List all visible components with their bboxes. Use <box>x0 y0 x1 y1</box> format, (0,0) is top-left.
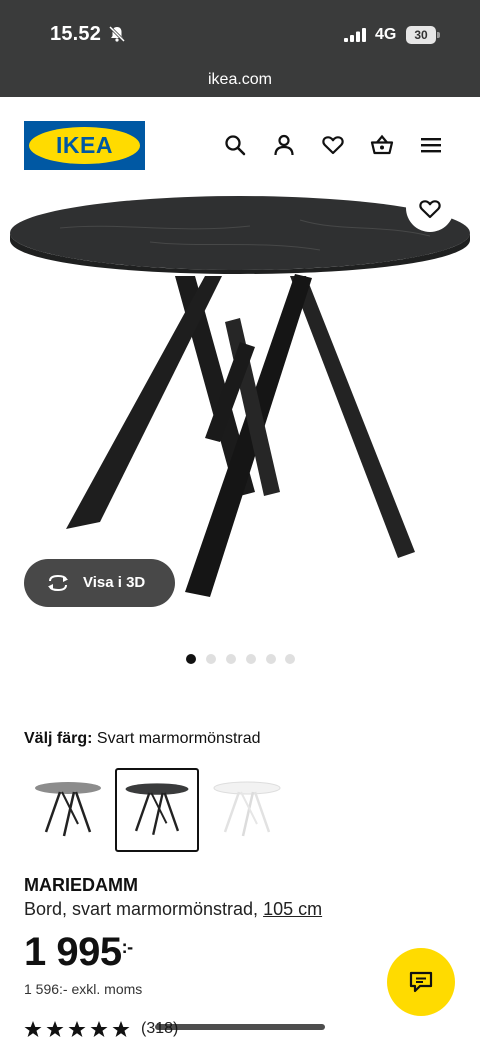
chat-icon <box>409 971 433 993</box>
ikea-logo[interactable]: IKEA <box>24 121 145 170</box>
logo-oval: IKEA <box>29 127 140 164</box>
carousel-dot[interactable] <box>226 654 236 664</box>
carousel-dot[interactable] <box>186 654 196 664</box>
bell-muted-icon <box>108 25 126 43</box>
colour-swatch-black-marble[interactable] <box>115 768 199 852</box>
url-bar[interactable]: ikea.com <box>0 62 480 97</box>
battery-tip <box>437 32 440 38</box>
heart-icon <box>419 200 441 219</box>
colour-selector-label: Välj färg: Svart marmormönstrad <box>24 730 261 748</box>
price-value: 1 995 <box>24 930 122 974</box>
star-icon <box>24 1021 42 1037</box>
product-price: 1 995:- <box>24 930 133 975</box>
star-icon <box>90 1021 108 1037</box>
chat-button[interactable] <box>387 948 455 1016</box>
home-indicator <box>155 1024 325 1030</box>
price-suffix: :- <box>121 937 134 957</box>
menu-icon[interactable] <box>419 133 443 157</box>
basket-icon[interactable] <box>370 133 394 157</box>
star-icon <box>46 1021 64 1037</box>
carousel-dot[interactable] <box>206 654 216 664</box>
product-description-text: Bord, svart marmormönstrad, <box>24 899 259 919</box>
add-to-favourites-button[interactable] <box>406 184 454 232</box>
rotate-3d-icon <box>48 574 68 592</box>
view-in-3d-button[interactable]: Visa i 3D <box>24 559 175 607</box>
carousel-dot[interactable] <box>246 654 256 664</box>
colour-swatch-white[interactable] <box>205 768 289 852</box>
carousel-dot[interactable] <box>266 654 276 664</box>
logo-text: IKEA <box>56 132 113 158</box>
view-in-3d-label: Visa i 3D <box>83 574 146 591</box>
product-name: MARIEDAMM <box>24 875 138 895</box>
search-icon[interactable] <box>223 133 247 157</box>
product-image[interactable] <box>0 192 480 622</box>
product-size-link[interactable]: 105 cm <box>263 899 322 919</box>
product-description: Bord, svart marmormönstrad, 105 cm <box>24 899 322 920</box>
colour-swatch-grey[interactable] <box>26 768 110 852</box>
star-icon <box>68 1021 86 1037</box>
user-icon[interactable] <box>272 133 296 157</box>
carousel-dot[interactable] <box>285 654 295 664</box>
heart-icon[interactable] <box>321 133 345 157</box>
star-icon <box>112 1021 130 1037</box>
image-carousel-indicator <box>186 654 296 664</box>
colour-value: Svart marmormönstrad <box>96 730 261 747</box>
status-bar: 15.52 4G 30 <box>0 0 480 62</box>
status-time: 15.52 <box>50 23 102 45</box>
swatch-black-table-image <box>125 783 189 836</box>
colour-label: Välj färg: <box>24 730 93 747</box>
battery-icon: 30 <box>406 26 436 44</box>
network-label: 4G <box>375 26 397 43</box>
price-excl-vat: 1 596:- exkl. moms <box>24 981 143 997</box>
site-header: IKEA <box>0 97 480 192</box>
rating-stars[interactable] <box>24 1020 134 1040</box>
signal-icon <box>344 28 366 42</box>
swatch-grey-table-image <box>35 782 101 837</box>
swatch-white-table-image <box>213 781 281 837</box>
